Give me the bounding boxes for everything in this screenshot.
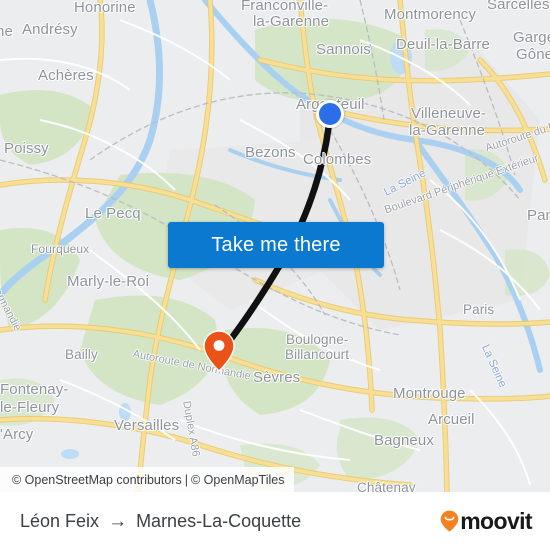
map-attribution: © OpenStreetMap contributors | © OpenMap…	[0, 467, 295, 492]
route-summary: Léon Feix → Marnes-La-Coquette	[20, 511, 301, 532]
moovit-wordmark: moovit	[460, 507, 532, 534]
attribution-openmaptiles[interactable]: © OpenMapTiles	[191, 473, 285, 487]
origin-marker[interactable]	[316, 100, 344, 128]
destination-station-label: Marnes-La-Coquette	[136, 510, 302, 531]
moovit-logo[interactable]: moovit	[440, 507, 533, 535]
take-me-there-button[interactable]: Take me there	[168, 222, 384, 268]
footer-bar: Léon Feix → Marnes-La-Coquette moovit	[0, 492, 550, 550]
arrow-right-icon: →	[108, 510, 128, 532]
origin-station-label: Léon Feix	[20, 510, 100, 531]
moovit-pin-icon	[440, 510, 459, 532]
attribution-osm[interactable]: © OpenStreetMap contributors	[12, 473, 182, 487]
destination-marker[interactable]	[203, 330, 235, 372]
map-canvas[interactable]: Honorine Andrésy ne Franconville-la-Garenne…	[0, 0, 550, 492]
attribution-separator: |	[184, 472, 188, 487]
moovit-route-card: Honorine Andrésy ne Franconville-la-Garenne…	[0, 0, 550, 550]
